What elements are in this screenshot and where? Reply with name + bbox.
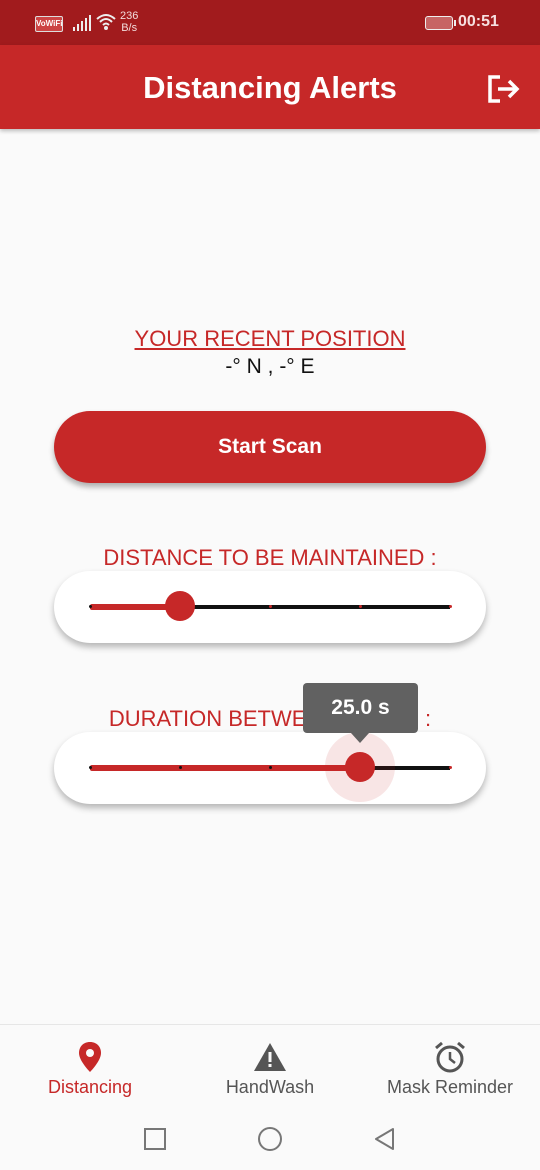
recent-position-value: -° N , -° E — [225, 355, 315, 378]
distance-label: DISTANCE TO BE MAINTAINED : — [103, 545, 437, 570]
home-icon[interactable] — [257, 1126, 283, 1152]
slider-tick — [449, 766, 452, 769]
slider-tick — [269, 605, 272, 608]
slider-tick — [179, 766, 182, 769]
signal-icon — [73, 15, 91, 31]
network-speed-unit: B/s — [121, 22, 138, 34]
duration-slider-thumb[interactable] — [345, 752, 375, 782]
network-speed: 236 B/s — [120, 10, 138, 34]
slider-tick — [449, 605, 452, 608]
system-navigation-bar — [0, 1107, 540, 1170]
clock-time: 00:51 — [458, 13, 499, 30]
distance-slider-card — [54, 571, 486, 643]
duration-slider-fill — [90, 765, 360, 771]
duration-label: DURATION BETWEEN SCANS : — [108, 706, 432, 731]
nav-handwash[interactable]: HandWash — [180, 1025, 360, 1108]
slider-tick — [89, 605, 92, 608]
nav-label-distancing: Distancing — [47, 1077, 133, 1097]
logout-icon[interactable] — [485, 71, 521, 107]
slider-tick — [89, 766, 92, 769]
start-scan-button[interactable]: Start Scan — [54, 411, 486, 483]
bottom-navigation: Distancing HandWash Mask Reminder — [0, 1024, 540, 1108]
duration-value-tooltip: 25.0 s — [303, 683, 418, 743]
location-pin-icon — [79, 1042, 101, 1072]
nav-label-handwash: HandWash — [225, 1077, 315, 1097]
network-speed-value: 236 — [120, 10, 139, 22]
back-icon[interactable] — [373, 1127, 397, 1151]
distance-slider[interactable] — [89, 591, 452, 621]
nav-distancing[interactable]: Distancing — [0, 1025, 180, 1108]
slider-tick — [359, 605, 362, 608]
page-title: Distancing Alerts — [143, 70, 397, 105]
duration-slider[interactable] — [89, 732, 452, 802]
status-bar: VoWiFi 236 B/s 00:51 — [0, 0, 540, 45]
nav-label-mask-reminder: Mask Reminder — [386, 1077, 514, 1097]
distance-slider-thumb[interactable] — [165, 591, 195, 621]
vowifi-badge: VoWiFi — [35, 16, 63, 32]
battery-icon — [425, 16, 456, 30]
slider-tick — [269, 766, 272, 769]
duration-slider-card — [54, 732, 486, 804]
app-bar: Distancing Alerts — [0, 45, 540, 129]
wifi-icon — [96, 14, 116, 30]
warning-icon — [254, 1043, 286, 1071]
alarm-clock-icon — [435, 1041, 465, 1073]
recent-position-label: YOUR RECENT POSITION — [134, 326, 406, 351]
recent-apps-icon[interactable] — [143, 1127, 167, 1151]
nav-mask-reminder[interactable]: Mask Reminder — [360, 1025, 540, 1108]
